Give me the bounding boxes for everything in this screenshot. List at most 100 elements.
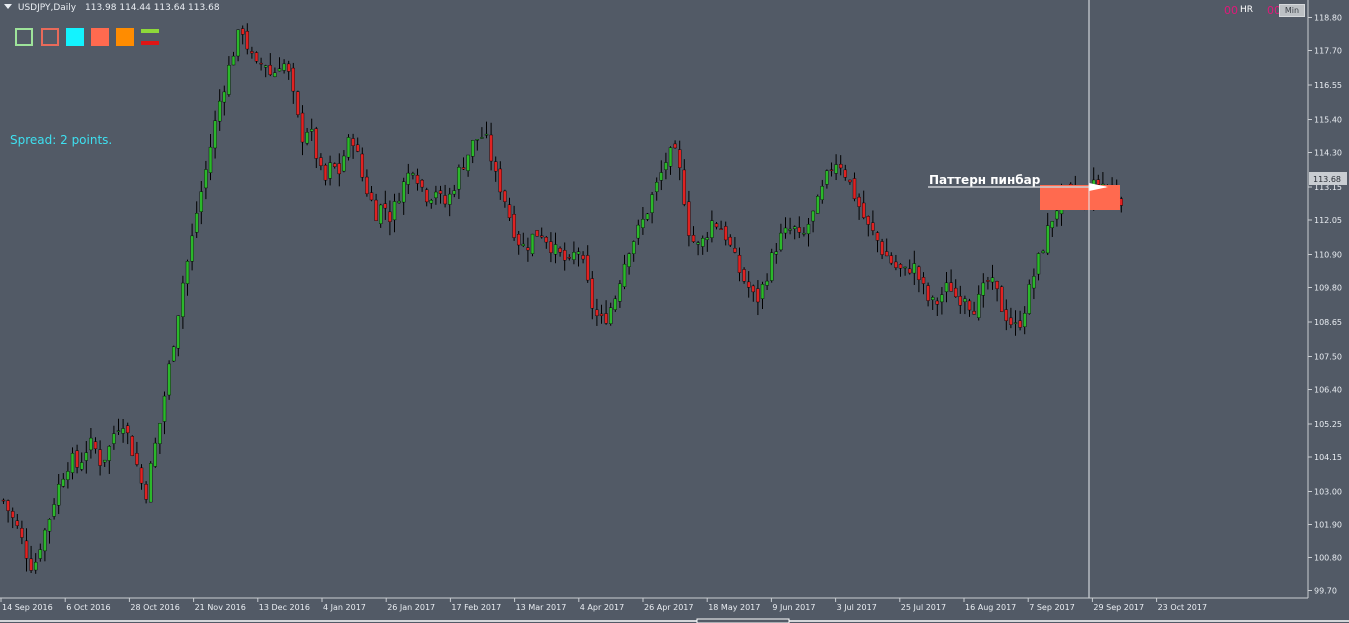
- price-tick-label: 105.25: [1314, 420, 1342, 429]
- price-tick-label: 108.65: [1314, 318, 1342, 327]
- bear-candle: [958, 296, 962, 306]
- bull-candle: [940, 294, 944, 303]
- bear-candle: [254, 52, 259, 62]
- price-tick-label: 117.70: [1314, 47, 1342, 56]
- bull-candle: [530, 233, 535, 254]
- bear-candle: [926, 285, 930, 301]
- bear-candle: [503, 190, 507, 202]
- time-tick-label: 23 Oct 2017: [1158, 603, 1207, 612]
- chart-title[interactable]: USDJPY,Daily 113.98 114.44 113.64 113.68: [4, 3, 220, 13]
- bear-candle: [365, 176, 369, 195]
- bull-candle: [1036, 253, 1041, 275]
- bear-candle: [323, 164, 328, 181]
- bull-candle: [379, 204, 383, 224]
- green-red-lines-icon[interactable]: [141, 28, 159, 46]
- bull-candle: [655, 182, 659, 192]
- bear-candle: [443, 195, 447, 205]
- bear-candle: [875, 232, 880, 241]
- price-tick-label: 100.80: [1314, 554, 1342, 563]
- bull-candle: [668, 147, 673, 167]
- bear-candle: [1, 499, 6, 502]
- bear-candle: [949, 282, 953, 292]
- annotation-label: Паттерн пинбар: [929, 173, 1041, 187]
- bear-candle: [986, 280, 990, 282]
- coral-rect-icon[interactable]: [91, 28, 109, 46]
- bear-candle: [369, 192, 374, 201]
- bull-candle: [282, 63, 286, 71]
- bull-candle: [167, 363, 171, 396]
- price-tick-label: 104.15: [1314, 453, 1342, 462]
- price-tick-label: 103.00: [1314, 488, 1342, 497]
- bear-candle: [374, 199, 378, 221]
- min-button[interactable]: Min: [1279, 4, 1305, 17]
- bull-candle: [659, 172, 663, 181]
- bear-candle: [438, 190, 443, 194]
- bull-candle: [402, 181, 406, 203]
- time-tick-label: 14 Sep 2016: [2, 603, 53, 612]
- bull-candle: [705, 237, 709, 240]
- bear-candle: [586, 255, 590, 281]
- bear-candle: [595, 309, 599, 317]
- bear-candle: [535, 230, 539, 237]
- bull-candle: [806, 224, 811, 235]
- price-chart[interactable]: Паттерн пинбар 118.80 117.70 116.55 115.40 1…: [0, 0, 1349, 623]
- bear-candle: [917, 266, 921, 280]
- bear-candle: [388, 211, 392, 222]
- bull-candle: [480, 137, 484, 139]
- bear-candle: [889, 255, 893, 264]
- bear-candle: [1096, 179, 1101, 185]
- time-tick-label: 9 Jun 2017: [772, 603, 815, 612]
- time-tick-label: 29 Sep 2017: [1093, 603, 1144, 612]
- cyan-rect-icon[interactable]: [66, 28, 84, 46]
- bear-candle: [526, 247, 530, 251]
- bear-candle: [567, 257, 571, 259]
- bull-candle: [176, 315, 181, 349]
- bear-candle: [314, 128, 318, 159]
- bull-candle: [406, 172, 410, 185]
- bull-candle: [977, 294, 981, 318]
- bear-candle: [908, 268, 912, 274]
- time-tick-label: 26 Apr 2017: [644, 603, 693, 612]
- bear-candle: [687, 201, 691, 236]
- bear-candle: [540, 235, 544, 238]
- bear-candle: [829, 169, 834, 172]
- bear-candle: [898, 264, 903, 269]
- symbol-label: USDJPY,Daily: [17, 3, 77, 13]
- bull-candle: [931, 297, 935, 301]
- bear-candle: [673, 143, 677, 149]
- bull-candle: [217, 100, 222, 122]
- bull-candle: [328, 162, 332, 179]
- bear-candle: [972, 311, 976, 315]
- bull-candle: [208, 146, 213, 173]
- bear-candle: [1009, 317, 1013, 325]
- bull-candle: [609, 307, 613, 324]
- bull-candle: [471, 140, 475, 157]
- bear-candle: [287, 63, 291, 72]
- bear-candle: [599, 313, 604, 316]
- price-tick-label: 115.40: [1314, 116, 1342, 125]
- red-outline-rect-icon[interactable]: [41, 28, 59, 46]
- scrollbar-segment[interactable]: [696, 618, 790, 623]
- chart-window[interactable]: Паттерн пинбар 118.80 117.70 116.55 115.40 1…: [0, 0, 1349, 623]
- spread-label: Spread: 2 points.: [10, 133, 113, 147]
- bull-candle: [222, 91, 227, 103]
- bear-candle: [866, 216, 870, 225]
- bear-candle: [935, 300, 939, 305]
- bear-candle: [337, 163, 341, 175]
- orange-rect-icon[interactable]: [116, 28, 134, 46]
- pinbar-zone[interactable]: [1040, 185, 1120, 210]
- bull-candle: [199, 191, 204, 212]
- bull-candle: [1032, 276, 1036, 289]
- green-outline-rect-icon[interactable]: [15, 28, 33, 46]
- price-tick-label: 112.05: [1314, 216, 1342, 225]
- bull-candle: [429, 200, 433, 204]
- bull-candle: [342, 155, 346, 172]
- bull-candle: [484, 133, 489, 136]
- bull-candle: [618, 283, 622, 302]
- price-tick-label: 99.70: [1314, 587, 1337, 596]
- time-tick-label: 21 Nov 2016: [195, 603, 246, 612]
- bear-candle: [144, 484, 148, 500]
- bear-candle: [240, 28, 245, 35]
- bear-candle: [880, 241, 884, 255]
- dropdown-icon[interactable]: [4, 4, 12, 9]
